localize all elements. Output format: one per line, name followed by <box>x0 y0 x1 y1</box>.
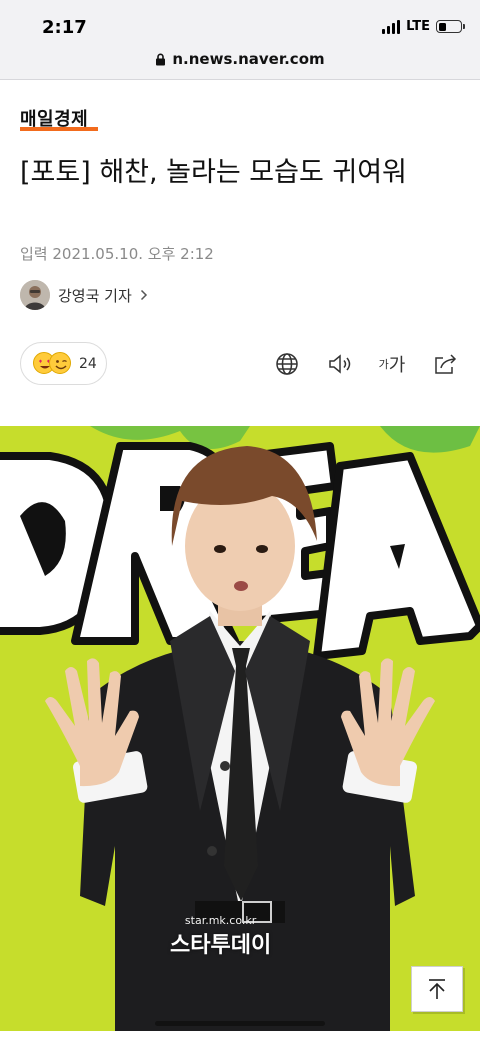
share-icon <box>435 354 457 374</box>
status-indicators: LTE <box>382 19 465 34</box>
wink-emoji-icon <box>49 351 71 374</box>
browser-top-bar: 2:17 LTE n.news.naver.com <box>0 0 480 80</box>
status-time: 2:17 <box>42 17 87 38</box>
font-size-small-label: 가 <box>378 358 389 371</box>
network-label: LTE <box>406 19 430 34</box>
scroll-to-top-icon <box>429 979 445 999</box>
reaction-count: 24 <box>79 355 97 372</box>
scroll-to-top-button[interactable] <box>411 966 463 1012</box>
article-title: [포토] 해찬, 놀라는 모습도 귀여워 <box>20 157 407 188</box>
press-logo-underline <box>20 127 98 131</box>
share-button[interactable] <box>432 350 460 378</box>
reporter-name: 강영국 기자 <box>58 286 132 305</box>
font-size-large-label: 가 <box>388 355 406 376</box>
reporter-link[interactable]: 강영국 기자 <box>20 280 148 310</box>
lock-icon <box>156 53 166 65</box>
photo-watermark: star.mk.co.kr 스타투데이 <box>170 914 271 959</box>
reaction-emojis <box>33 351 73 376</box>
speaker-icon <box>329 354 351 374</box>
article-date: 입력 2021.05.10. 오후 2:12 <box>20 245 214 263</box>
listen-button[interactable] <box>326 350 354 378</box>
watermark-domain: star.mk.co.kr <box>184 914 257 927</box>
chevron-right-icon <box>140 289 147 301</box>
watermark-brand: 스타투데이 <box>170 933 272 958</box>
home-indicator[interactable] <box>155 1021 325 1026</box>
font-size-button[interactable]: 가가 <box>376 350 408 378</box>
battery-icon <box>436 20 465 33</box>
signal-icon <box>382 19 401 34</box>
reaction-button[interactable]: 24 <box>20 342 107 385</box>
globe-icon <box>276 353 298 375</box>
reporter-avatar <box>20 280 50 310</box>
url-bar[interactable]: n.news.naver.com <box>0 50 480 68</box>
url-text: n.news.naver.com <box>172 50 325 68</box>
translate-button[interactable] <box>273 350 301 378</box>
